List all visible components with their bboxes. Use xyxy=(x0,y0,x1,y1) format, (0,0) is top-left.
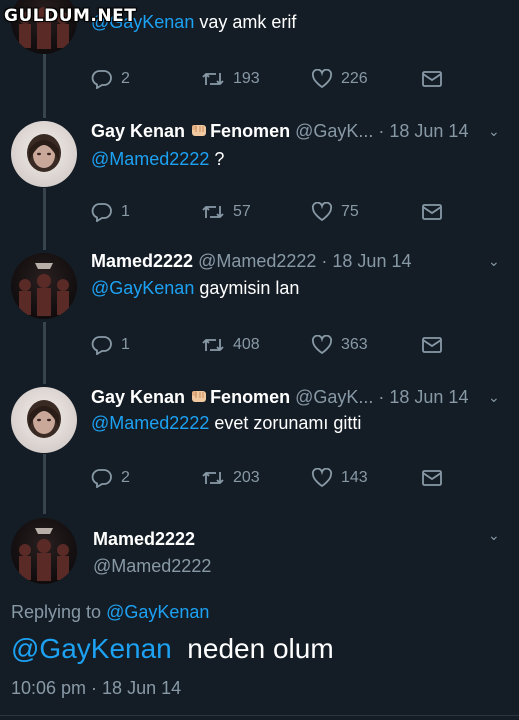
retweet-icon xyxy=(202,73,224,85)
handle[interactable]: @Mamed2222 xyxy=(93,556,211,577)
retweet-button[interactable]: 57 xyxy=(201,202,251,222)
tweet-header: Mamed2222 @Mamed2222 · 18 Jun 14 xyxy=(91,251,491,272)
chevron-down-icon[interactable]: ⌄ xyxy=(488,527,500,544)
mention-link[interactable]: @GayKenan xyxy=(91,278,194,298)
display-name[interactable]: Gay Kenan xyxy=(91,121,185,141)
like-button[interactable]: 363 xyxy=(311,335,368,355)
reply-button[interactable]: 1 xyxy=(91,335,130,355)
avatar[interactable] xyxy=(11,387,77,453)
watermark: GULDUM.NET xyxy=(4,6,137,26)
like-icon xyxy=(311,202,333,222)
dm-icon xyxy=(422,337,442,353)
reply-icon xyxy=(91,469,112,488)
fist-emoji xyxy=(190,122,210,136)
avatar[interactable] xyxy=(11,121,77,187)
display-name[interactable]: Mamed2222 xyxy=(91,251,193,271)
tweet-text: @Mamed2222 evet zorunamı gitti xyxy=(91,413,362,433)
like-icon xyxy=(311,69,333,89)
retweet-icon xyxy=(202,339,224,351)
dm-icon xyxy=(422,470,442,486)
reply-button[interactable]: 2 xyxy=(91,69,130,89)
avatar[interactable] xyxy=(11,253,77,319)
reply-icon xyxy=(91,70,112,89)
like-button[interactable]: 226 xyxy=(311,69,368,89)
tweet-text: @Mamed2222 ? xyxy=(91,149,225,169)
mention-link[interactable]: @GayKenan xyxy=(106,602,209,622)
tweet-actions: 2 203 143 xyxy=(0,468,519,492)
retweet-icon xyxy=(202,472,224,484)
like-button[interactable]: 143 xyxy=(311,468,368,488)
mention-link[interactable]: @Mamed2222 xyxy=(91,149,209,169)
display-name[interactable]: Gay Kenan xyxy=(91,387,185,407)
reply-icon xyxy=(91,336,112,355)
like-icon xyxy=(311,468,333,488)
handle-date: @Mamed2222 · 18 Jun 14 xyxy=(198,251,412,271)
mention-link[interactable]: @GayKenan xyxy=(11,633,172,664)
chevron-down-icon[interactable]: ⌄ xyxy=(488,123,500,140)
like-icon xyxy=(311,335,333,355)
chevron-down-icon[interactable]: ⌄ xyxy=(488,389,500,406)
retweet-button[interactable]: 408 xyxy=(201,335,260,355)
dm-button[interactable] xyxy=(421,468,451,488)
fist-emoji xyxy=(190,388,210,402)
reply-button[interactable]: 2 xyxy=(91,468,130,488)
chevron-down-icon[interactable]: ⌄ xyxy=(488,253,500,270)
tweet-header: Gay Kenan Fenomen @GayK... · 18 Jun 14 xyxy=(91,121,469,141)
replying-to: Replying to @GayKenan xyxy=(11,602,210,622)
tweet-actions: 1 408 363 xyxy=(0,335,519,359)
divider xyxy=(0,715,519,716)
handle-date: @GayK... · 18 Jun 14 xyxy=(295,121,469,141)
tweet-header: Gay Kenan Fenomen @GayK... · 18 Jun 14 xyxy=(91,387,469,407)
tweet-actions: 2 193 226 xyxy=(0,69,519,93)
avatar[interactable] xyxy=(11,518,77,584)
mention-link[interactable]: @Mamed2222 xyxy=(91,413,209,433)
display-name[interactable]: Mamed2222 xyxy=(93,529,195,550)
retweet-button[interactable]: 203 xyxy=(201,468,260,488)
dm-button[interactable] xyxy=(421,335,451,355)
like-button[interactable]: 75 xyxy=(311,202,359,222)
focus-tweet-text: @GayKenan neden olum xyxy=(11,633,334,664)
dm-icon xyxy=(422,204,442,220)
dm-button[interactable] xyxy=(421,202,451,222)
tweet-text: @GayKenan gaymisin lan xyxy=(91,278,300,298)
dm-icon xyxy=(422,71,442,87)
timestamp[interactable]: 10:06 pm · 18 Jun 14 xyxy=(11,678,181,699)
retweet-button[interactable]: 193 xyxy=(201,69,260,89)
dm-button[interactable] xyxy=(421,69,451,89)
reply-button[interactable]: 1 xyxy=(91,202,130,222)
retweet-icon xyxy=(202,206,224,218)
handle-date: @GayK... · 18 Jun 14 xyxy=(295,387,469,407)
tweet-actions: 1 57 75 xyxy=(0,202,519,226)
reply-icon xyxy=(91,203,112,222)
